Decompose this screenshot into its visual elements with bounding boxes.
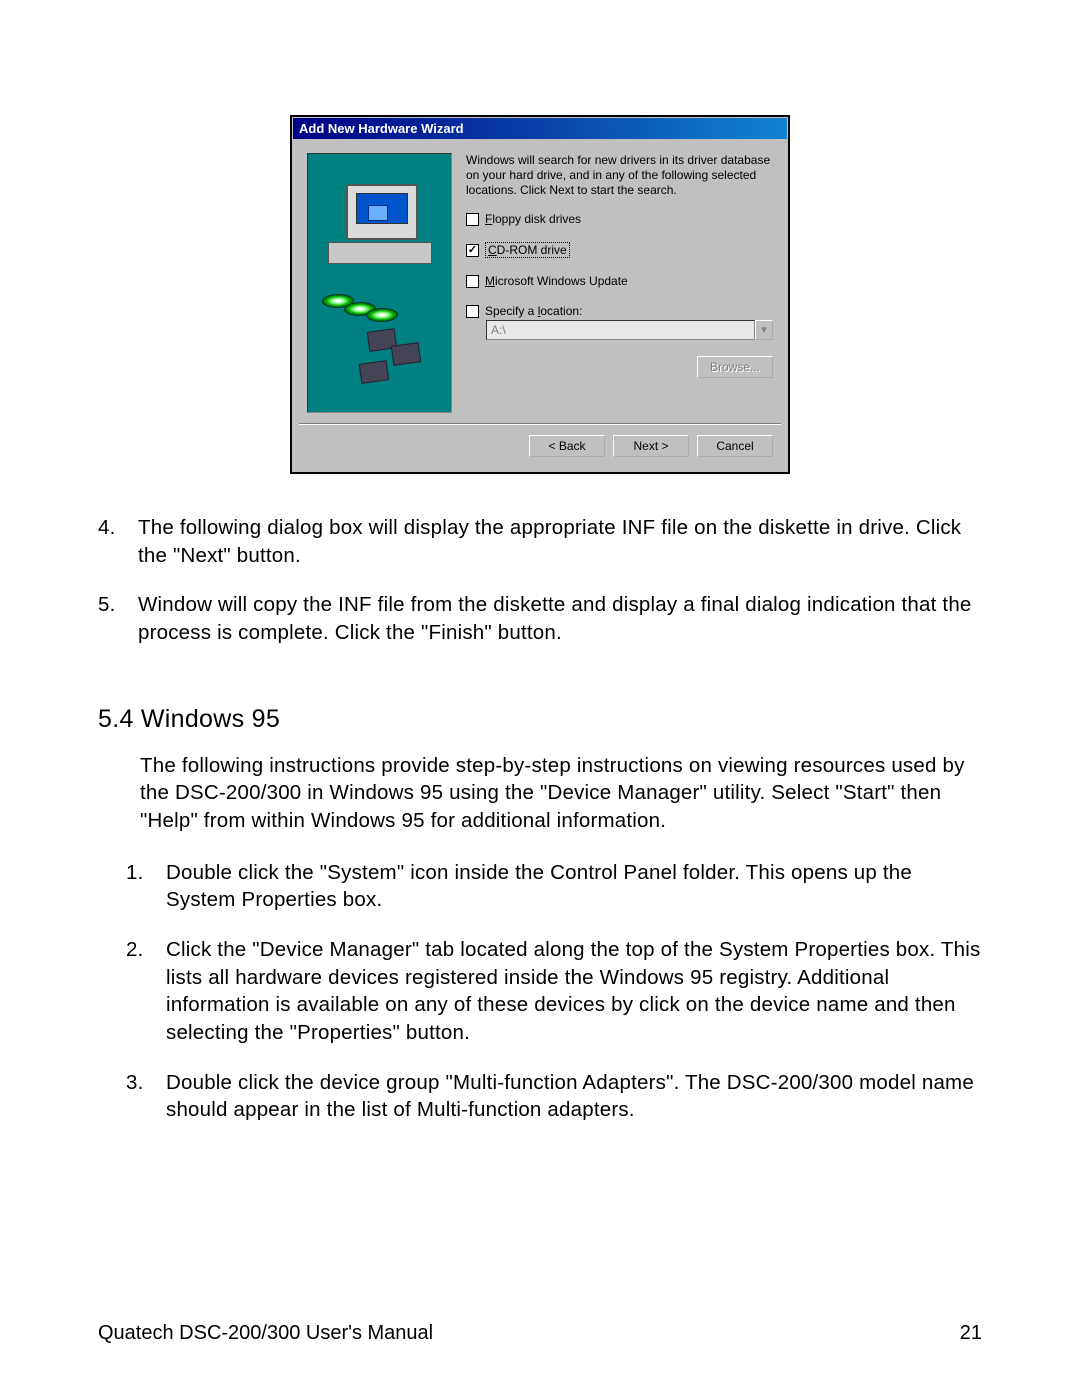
checkbox-specify-label: Specify a location:: [485, 304, 582, 318]
location-combo: A:\ ▼: [486, 320, 773, 340]
checkbox-floppy-label: Floppy disk drives: [485, 212, 581, 226]
section-heading: 5.4 Windows 95: [98, 705, 982, 734]
checkbox-floppy[interactable]: [466, 213, 479, 226]
list-item: 2. Click the "Device Manager" tab locate…: [126, 936, 982, 1047]
browse-button[interactable]: Browse...: [697, 356, 773, 378]
checkbox-cdrom-label: CD-ROM drive: [485, 242, 570, 258]
section-intro: The following instructions provide step-…: [140, 752, 982, 835]
dialog-window: Add New Hardware Wizard: [290, 115, 790, 474]
floppy-icon: [359, 360, 390, 384]
footer-left: Quatech DSC-200/300 User's Manual: [98, 1322, 433, 1345]
checkbox-winupdate[interactable]: [466, 275, 479, 288]
location-input[interactable]: A:\: [486, 320, 755, 340]
window-icon: [368, 205, 388, 221]
checkbox-cdrom[interactable]: [466, 244, 479, 257]
dialog-options: Windows will search for new drivers in i…: [466, 153, 773, 413]
computer-base-icon: [328, 242, 432, 264]
dialog-intro-text: Windows will search for new drivers in i…: [466, 153, 773, 198]
manual-page: Add New Hardware Wizard: [0, 0, 1080, 1397]
item-text: Click the "Device Manager" tab located a…: [166, 936, 982, 1047]
screen-icon: [356, 193, 408, 224]
list-item: 1. Double click the "System" icon inside…: [126, 859, 982, 914]
item-text: Window will copy the INF file from the d…: [138, 591, 982, 646]
dialog-title: Add New Hardware Wizard: [299, 121, 464, 136]
location-dropdown-button[interactable]: ▼: [755, 320, 773, 340]
next-button[interactable]: Next >: [613, 435, 689, 457]
item-number: 2.: [126, 936, 166, 1047]
monitor-icon: [346, 184, 418, 240]
steps-top: 4. The following dialog box will display…: [98, 514, 982, 647]
dialog-body: Windows will search for new drivers in i…: [293, 139, 787, 423]
cancel-button[interactable]: Cancel: [697, 435, 773, 457]
item-text: Double click the device group "Multi-fun…: [166, 1069, 982, 1124]
steps-sub: 1. Double click the "System" icon inside…: [98, 859, 982, 1124]
checkbox-row-cdrom[interactable]: CD-ROM drive: [466, 242, 773, 258]
floppy-icon: [391, 342, 422, 366]
item-number: 1.: [126, 859, 166, 914]
dialog-button-row: < Back Next > Cancel: [293, 435, 787, 471]
checkbox-row-specify[interactable]: Specify a location:: [466, 304, 773, 318]
checkbox-winupdate-label: Microsoft Windows Update: [485, 274, 628, 288]
page-footer: Quatech DSC-200/300 User's Manual 21: [98, 1322, 982, 1345]
item-number: 5.: [98, 591, 138, 646]
wizard-illustration: [307, 153, 452, 413]
dialog-titlebar: Add New Hardware Wizard: [293, 118, 787, 139]
dialog-separator: [299, 423, 781, 425]
list-item: 5. Window will copy the INF file from th…: [98, 591, 982, 646]
list-item: 4. The following dialog box will display…: [98, 514, 982, 569]
item-text: Double click the "System" icon inside th…: [166, 859, 982, 914]
back-button[interactable]: < Back: [529, 435, 605, 457]
cd-icon: [365, 308, 398, 322]
dialog: Add New Hardware Wizard: [293, 118, 787, 471]
checkbox-row-floppy[interactable]: Floppy disk drives: [466, 212, 773, 226]
checkbox-specify[interactable]: [466, 305, 479, 318]
item-text: The following dialog box will display th…: [138, 514, 982, 569]
item-number: 3.: [126, 1069, 166, 1124]
item-number: 4.: [98, 514, 138, 569]
list-item: 3. Double click the device group "Multi-…: [126, 1069, 982, 1124]
footer-page-number: 21: [960, 1322, 982, 1345]
checkbox-row-winupdate[interactable]: Microsoft Windows Update: [466, 274, 773, 288]
